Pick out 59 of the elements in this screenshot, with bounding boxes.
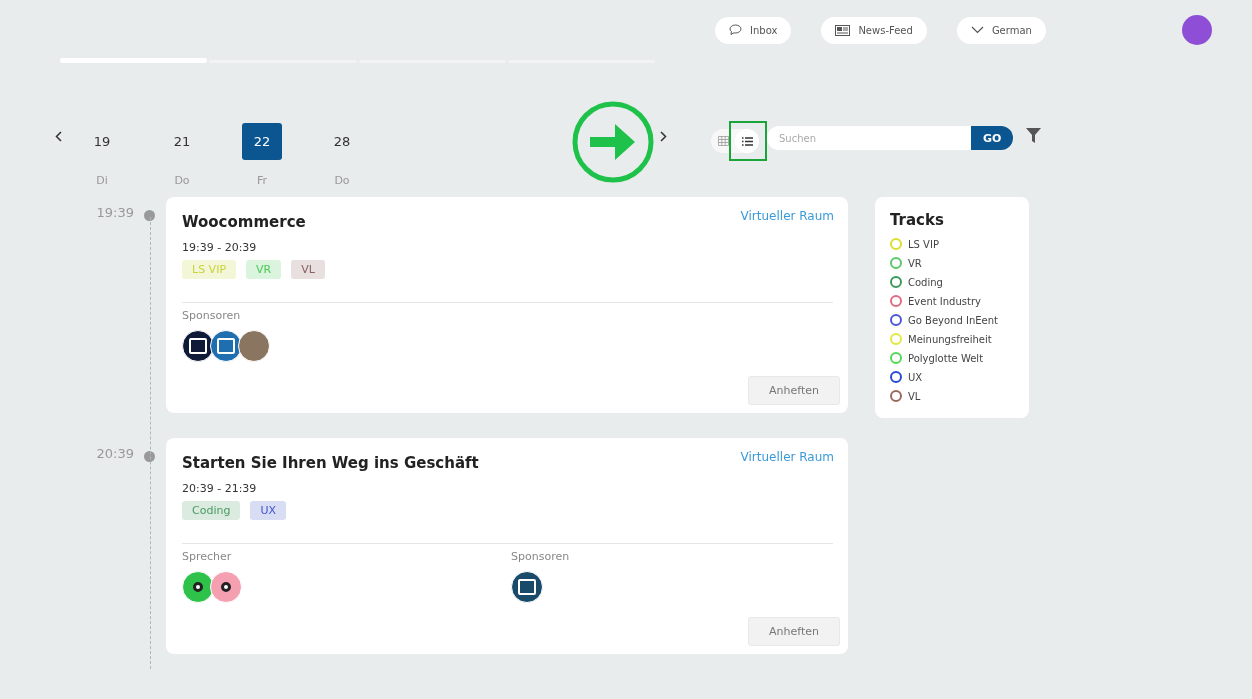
session-title: Starten Sie Ihren Weg ins Geschäft: [182, 454, 479, 472]
chevron-down-icon: [970, 26, 984, 34]
date-item[interactable]: 19 Di: [82, 123, 122, 187]
date-item[interactable]: 22 Fr: [242, 123, 282, 187]
pin-button[interactable]: Anheften: [748, 617, 840, 646]
language-dropdown[interactable]: German: [956, 16, 1046, 44]
timeline-dot: [144, 210, 155, 221]
track-label[interactable]: UX: [908, 371, 923, 383]
search-field[interactable]: Suchen: [767, 126, 971, 150]
view-toggle-button[interactable]: [735, 129, 759, 153]
weekday-label: Di: [96, 174, 108, 187]
weekday-label: Do: [174, 174, 190, 187]
time-range: 20:39 - 21:39: [182, 482, 258, 495]
time-label: 19:39: [95, 205, 134, 222]
newspaper-icon: [835, 24, 851, 36]
weekday-label: Do: [334, 174, 350, 187]
session-title: Woocommerce: [182, 213, 306, 231]
day-number: 21: [172, 133, 192, 151]
chevron-right-icon: [660, 131, 667, 142]
track-label[interactable]: Polyglotte Welt: [908, 352, 984, 364]
date-item[interactable]: 28 Do: [322, 123, 362, 187]
track-tag: VR: [246, 260, 282, 279]
time-label: 20:39: [95, 446, 134, 463]
arrow-circle-icon: [572, 101, 654, 183]
section-label: Sponsoren: [511, 550, 571, 563]
day-number: 22: [242, 123, 282, 160]
timeline-dot: [144, 451, 155, 462]
track-label[interactable]: VR: [908, 257, 922, 269]
filter-icon[interactable]: [1026, 128, 1042, 143]
chat-bubble-icon: [729, 24, 742, 36]
pin-button[interactable]: Anheften: [748, 376, 840, 405]
list-icon: [741, 136, 753, 146]
track-tag: UX: [250, 501, 286, 520]
track-label[interactable]: VL: [908, 390, 921, 402]
track-tag: LS VIP: [182, 260, 236, 279]
day-number: 19: [92, 133, 112, 151]
track-label[interactable]: Coding: [908, 276, 943, 288]
track-tag: VL: [291, 260, 325, 279]
chevron-left-icon: [55, 131, 62, 142]
go-button[interactable]: GO: [971, 126, 1014, 150]
previous-button[interactable]: [55, 131, 62, 142]
next-button[interactable]: [660, 131, 667, 142]
track-tag: Coding: [182, 501, 241, 520]
header-button[interactable]: News-Feed: [821, 16, 927, 44]
section-label: Sponsoren: [182, 309, 242, 322]
panel-title: Tracks: [890, 211, 945, 229]
weekday-label: Fr: [256, 174, 268, 187]
time-range: 19:39 - 20:39: [182, 241, 258, 254]
header-button[interactable]: Inbox: [715, 16, 792, 44]
track-label[interactable]: LS VIP: [908, 238, 939, 250]
user-avatar[interactable]: [1182, 15, 1212, 45]
section-label: Sprecher: [182, 550, 233, 563]
track-label[interactable]: Event Industry: [908, 295, 981, 307]
highlight-frame: [729, 121, 767, 161]
track-label[interactable]: Go Beyond InEent: [908, 314, 998, 326]
grid-icon: [717, 136, 729, 146]
track-label[interactable]: Meinungsfreiheit: [908, 333, 992, 345]
day-number: 28: [332, 133, 352, 151]
date-item[interactable]: 21 Do: [162, 123, 202, 187]
